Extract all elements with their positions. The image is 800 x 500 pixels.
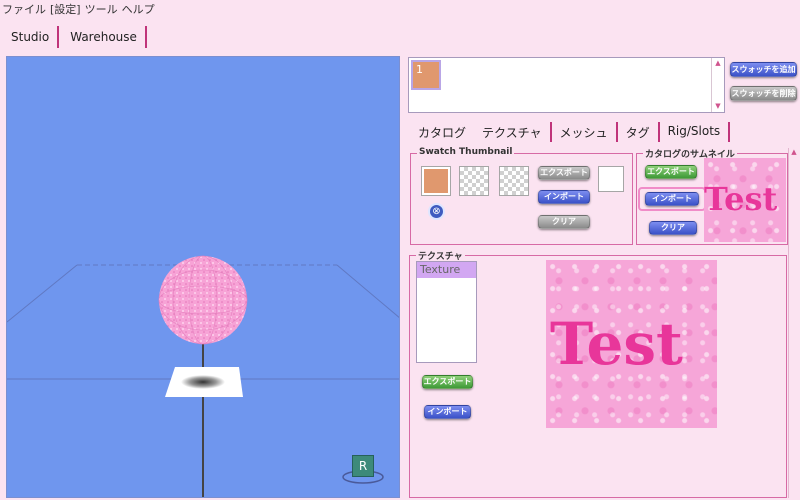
texture-preview-image: Test [546, 260, 717, 428]
menu-tools[interactable]: ツール [85, 1, 118, 17]
swatch-list[interactable]: 1 ▲ ▼ [408, 57, 725, 113]
tab-catalog[interactable]: カタログ [410, 122, 474, 142]
swatch-thumb-export-button[interactable]: エクスポート [538, 166, 590, 180]
tab-mesh[interactable]: メッシュ [552, 122, 618, 142]
remove-swatch-icon[interactable]: ⊗ [428, 203, 445, 220]
3d-viewport[interactable]: R [6, 56, 400, 498]
main-tab-bar: Studio Warehouse [0, 26, 147, 50]
scroll-up-icon[interactable]: ▲ [789, 148, 799, 157]
tab-rig-slots[interactable]: Rig/Slots [660, 122, 731, 142]
textured-sphere [159, 256, 247, 344]
catalog-export-button[interactable]: エクスポート [645, 165, 697, 179]
swatch-color-preview [421, 166, 451, 196]
swatch-thumb-preview [598, 166, 624, 192]
texture-export-button[interactable]: エクスポート [422, 375, 473, 389]
swatch-list-scrollbar[interactable]: ▲ ▼ [711, 58, 724, 112]
catalog-thumbnail-image: Test [704, 158, 786, 242]
right-panel-scrollbar[interactable]: ▲ [788, 148, 799, 498]
add-swatch-button[interactable]: スウォッチを追加 [730, 62, 797, 77]
delete-swatch-button[interactable]: スウォッチを削除 [730, 86, 797, 101]
texture-group: テクスチャ Texture エクスポート インポート Test [409, 249, 787, 498]
catalog-thumbnail-group: カタログのサムネイル エクスポート インポート クリア Test [636, 147, 788, 245]
swatch-thumb-checker-2 [499, 166, 529, 196]
viewport-scene [7, 255, 399, 497]
tab-studio[interactable]: Studio [0, 26, 60, 48]
swatch-thumb-import-button[interactable]: インポート [538, 190, 590, 204]
swatch-thumbnail-legend: Swatch Thumbnail [417, 147, 515, 157]
swatch-thumb-clear-button[interactable]: クリア [538, 215, 590, 229]
menu-help[interactable]: ヘルプ [122, 1, 155, 17]
menu-bar: ファイル [設定] ツール ヘルプ [0, 0, 800, 18]
menu-file[interactable]: ファイル [2, 1, 46, 17]
swatch-item[interactable]: 1 [411, 60, 441, 90]
tab-warehouse[interactable]: Warehouse [59, 26, 147, 48]
swatch-thumb-checker-1 [459, 166, 489, 196]
catalog-import-button[interactable]: インポート [645, 192, 699, 206]
texture-test-text: Test [550, 310, 683, 378]
catalog-clear-button[interactable]: クリア [649, 221, 697, 235]
tab-tag[interactable]: タグ [618, 122, 660, 142]
texture-list[interactable]: Texture [416, 261, 477, 363]
texture-import-button[interactable]: インポート [424, 405, 471, 419]
scroll-down-icon[interactable]: ▼ [713, 102, 723, 111]
sub-tab-bar: カタログ テクスチャ メッシュ タグ Rig/Slots [410, 122, 731, 144]
tab-texture[interactable]: テクスチャ [474, 122, 552, 142]
scroll-up-icon[interactable]: ▲ [713, 59, 723, 68]
rotate-gizmo-icon[interactable]: R [352, 455, 374, 477]
menu-settings[interactable]: [設定] [50, 1, 81, 17]
ball-shadow [181, 375, 225, 389]
swatch-thumbnail-group: Swatch Thumbnail ⊗ エクスポート インポート クリア [410, 147, 633, 245]
catalog-thumb-test-text: Test [704, 180, 778, 218]
texture-list-item[interactable]: Texture [417, 262, 476, 278]
